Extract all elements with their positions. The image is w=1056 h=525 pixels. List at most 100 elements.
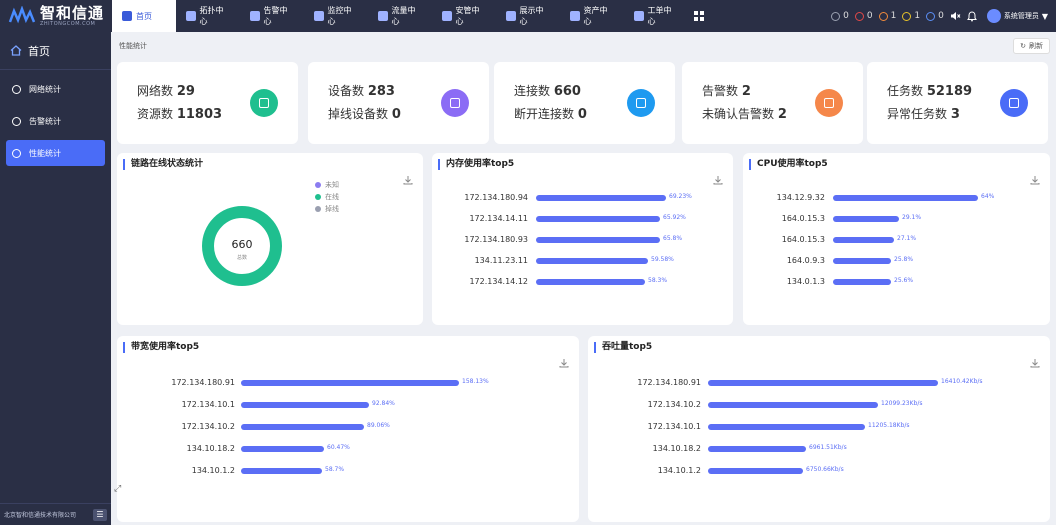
apps-grid-icon[interactable]: [694, 11, 704, 21]
download-icon[interactable]: [559, 358, 569, 368]
user-menu[interactable]: 系统管理员 ▼: [986, 9, 1048, 23]
bar[interactable]: [708, 379, 938, 386]
bar-row: 172.134.180.91 158.13%: [117, 378, 529, 388]
nav-item-4[interactable]: 流量中心: [368, 0, 432, 32]
nav-item-7[interactable]: 资产中心: [560, 0, 624, 32]
bar[interactable]: [241, 445, 324, 452]
status-dot-icon: [902, 11, 912, 21]
bar-track: 92.84%: [241, 400, 529, 408]
bar-row: 134.10.18.2 6961.51Kb/s: [588, 444, 1008, 454]
nav-item-5[interactable]: 安管中心: [432, 0, 496, 32]
donut-chart: 660 总数: [202, 206, 282, 286]
bar-value: 69.23%: [669, 192, 692, 200]
bar-track: 11205.18Kb/s: [708, 422, 1008, 430]
mute-icon[interactable]: [950, 11, 961, 21]
collapse-menu-button[interactable]: ☰: [93, 508, 107, 521]
status-count[interactable]: 0: [926, 11, 944, 21]
bar[interactable]: [833, 278, 891, 285]
nav-item-label: 展示中心: [519, 6, 544, 26]
logo-icon: [8, 6, 36, 24]
notification-bell-icon[interactable]: [966, 10, 977, 22]
bar[interactable]: [536, 257, 648, 264]
download-icon[interactable]: [713, 175, 723, 185]
bar[interactable]: [241, 467, 322, 474]
refresh-button[interactable]: ↻ 刷新: [1013, 38, 1050, 54]
status-count[interactable]: 1: [902, 11, 920, 21]
legend-dot-icon: [315, 206, 321, 212]
bar[interactable]: [708, 401, 878, 408]
download-icon[interactable]: [1030, 358, 1040, 368]
nav-item-0[interactable]: 首页: [112, 0, 176, 32]
kpi-label: 告警数: [702, 84, 739, 98]
panel-title: 链路在线状态统计: [123, 159, 203, 170]
cpu-usage-panel: CPU使用率top5 134.12.9.32 64% 164.0.15.3 29.1% 1…: [743, 153, 1050, 325]
bar[interactable]: [708, 445, 806, 452]
legend-item[interactable]: 掉线: [315, 203, 339, 215]
bar-track: 59.58%: [536, 256, 736, 264]
panel-title: 内存使用率top5: [438, 159, 514, 170]
nav-item-label: 拓扑中心: [199, 6, 224, 26]
globe-icon: [12, 84, 21, 94]
bar-label: 172.134.180.94: [464, 193, 528, 202]
bar[interactable]: [241, 401, 369, 408]
throughput-panel: 吞吐量top5 172.134.180.91 16410.42Kb/s 172.134…: [588, 336, 1050, 522]
status-count[interactable]: 0: [854, 11, 873, 21]
bar[interactable]: [833, 236, 894, 243]
main-nav: 首页 拓扑中心 告警中心 监控中心 流量中心 安管中心 展示中心 资产中心 工单中心: [112, 0, 688, 32]
bar[interactable]: [833, 194, 978, 201]
status-dot-icon: [831, 11, 841, 21]
bar-row: 164.0.15.3 29.1%: [743, 214, 1048, 224]
bar[interactable]: [833, 257, 891, 264]
nav-item-label: 工单中心: [647, 6, 672, 26]
bar-value: 58.3%: [648, 276, 668, 284]
status-count[interactable]: 0: [831, 11, 849, 21]
bar[interactable]: [536, 236, 660, 243]
bar[interactable]: [833, 215, 899, 222]
bar-value: 60.47%: [327, 443, 350, 451]
status-count-value: 0: [843, 11, 849, 21]
security-icon: [442, 11, 452, 21]
bar[interactable]: [241, 423, 364, 430]
sidebar-home[interactable]: 首页: [0, 32, 111, 70]
panel-title: CPU使用率top5: [749, 159, 828, 170]
nav-item-1[interactable]: 拓扑中心: [176, 0, 240, 32]
gauge-icon: [12, 148, 21, 158]
bar[interactable]: [536, 215, 660, 222]
fullscreen-icon[interactable]: ⤢: [114, 484, 121, 494]
nav-item-2[interactable]: 告警中心: [240, 0, 304, 32]
download-icon[interactable]: [1030, 175, 1040, 185]
status-count[interactable]: 1: [878, 11, 896, 21]
nav-item-8[interactable]: 工单中心: [624, 0, 688, 32]
bar-label: 172.134.10.1: [647, 422, 701, 431]
sidebar-item-2[interactable]: 性能统计: [6, 140, 105, 166]
bar[interactable]: [536, 194, 666, 201]
sidebar-item-0[interactable]: 网络统计: [6, 76, 105, 102]
nav-item-3[interactable]: 监控中心: [304, 0, 368, 32]
bar-track: 64%: [833, 193, 1048, 201]
bar-track: 16410.42Kb/s: [708, 378, 1008, 386]
legend: 未知 在线 掉线: [315, 179, 339, 215]
bar-row: 172.134.180.94 69.23%: [432, 192, 736, 203]
nav-item-6[interactable]: 展示中心: [496, 0, 560, 32]
home-icon: [122, 11, 132, 21]
bar[interactable]: [708, 467, 803, 474]
bar[interactable]: [708, 423, 865, 430]
legend-item[interactable]: 在线: [315, 191, 339, 203]
bar-track: 58.7%: [241, 466, 529, 474]
legend-item[interactable]: 未知: [315, 179, 339, 191]
bar-track: 12099.23Kb/s: [708, 400, 1008, 408]
status-dot-icon: [926, 11, 936, 21]
alarm-icon: [250, 11, 260, 21]
bar[interactable]: [536, 278, 645, 285]
bar-label: 172.134.10.1: [181, 400, 235, 409]
kpi-card: 告警数 2 未确认告警数 2: [682, 62, 863, 144]
download-icon[interactable]: [403, 175, 413, 185]
bar[interactable]: [241, 379, 459, 386]
sidebar-item-1[interactable]: 告警统计: [6, 108, 105, 134]
donut-total: 660: [232, 238, 253, 251]
logo[interactable]: 智和信通 ZHITONGCOM.COM: [0, 0, 112, 32]
kpi-value: 660: [553, 84, 581, 99]
kpi-label: 连接数: [514, 84, 551, 98]
bar-row: 134.11.23.11 59.58%: [432, 256, 736, 266]
kpi-value: 29: [176, 84, 195, 99]
